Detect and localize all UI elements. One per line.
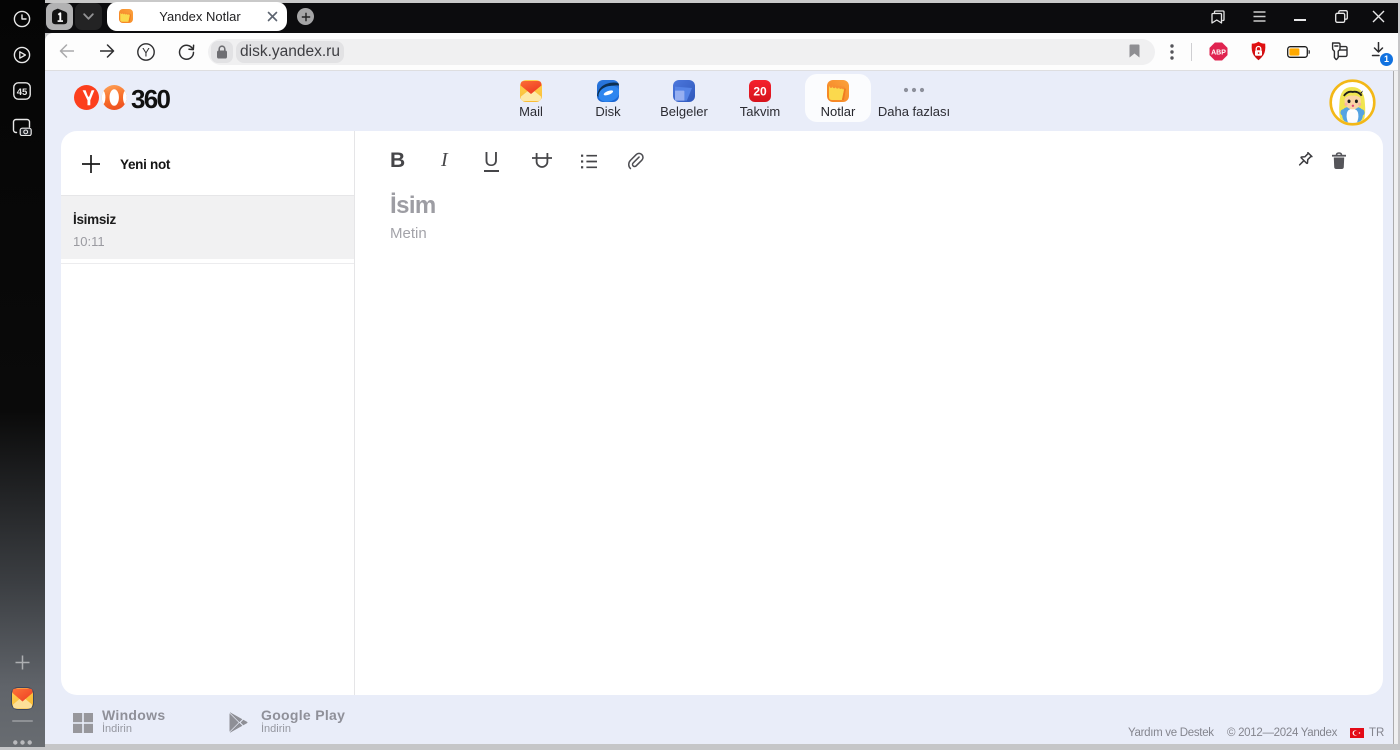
svg-text:45: 45	[17, 87, 28, 98]
svg-text:ABP: ABP	[1211, 50, 1226, 57]
svg-text:Y: Y	[142, 47, 150, 59]
svg-text:360: 360	[131, 85, 171, 111]
svg-text:20: 20	[753, 85, 767, 99]
